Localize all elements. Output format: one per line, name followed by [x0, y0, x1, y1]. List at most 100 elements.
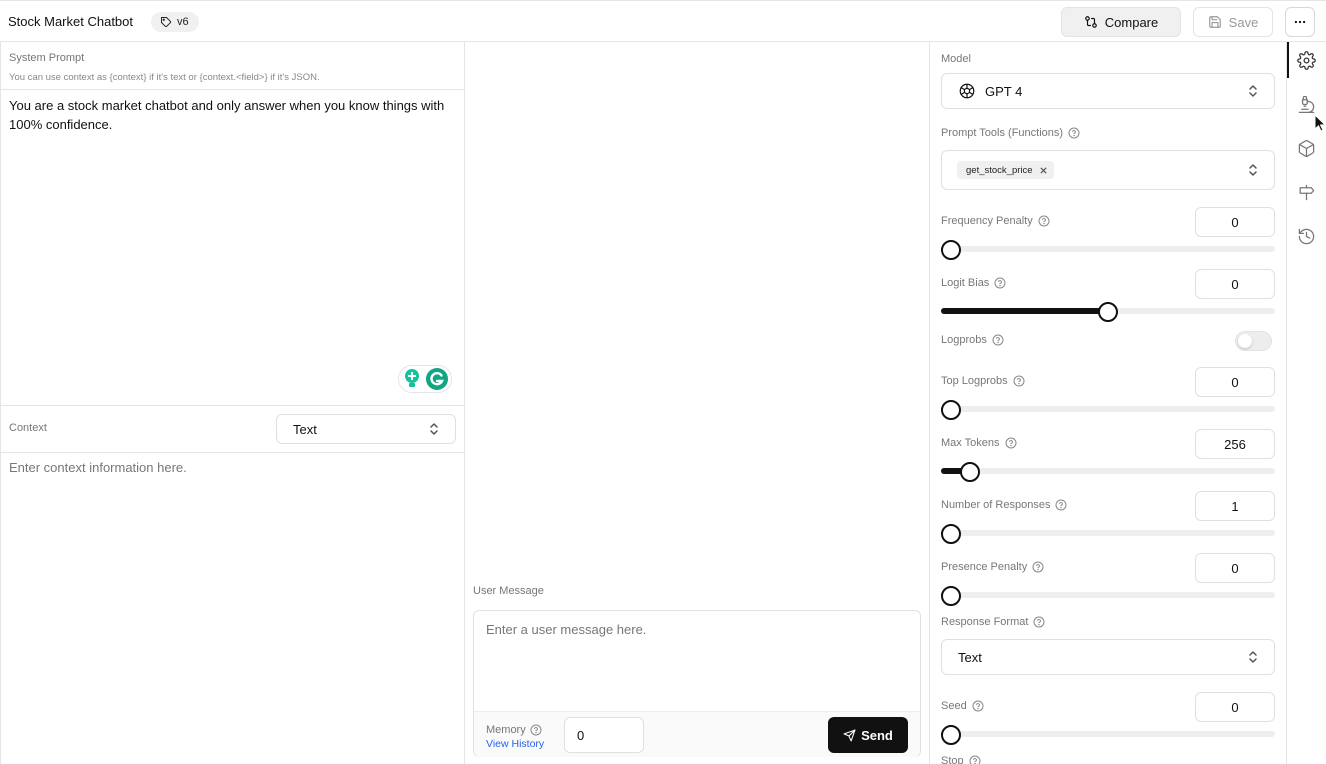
slider-thumb[interactable] [941, 400, 961, 420]
number-of-responses-input[interactable]: 1 [1195, 491, 1275, 521]
help-icon[interactable] [972, 700, 984, 712]
divider [1, 89, 465, 90]
response-format-value: Text [958, 649, 982, 665]
presence-penalty-slider[interactable] [941, 586, 1275, 606]
tool-chip-label: get_stock_price [966, 164, 1033, 176]
max-tokens-label: Max Tokens [941, 437, 1017, 449]
logprobs-toggle[interactable] [1235, 331, 1272, 351]
prompt-panel: System Prompt You can use context as {co… [0, 42, 465, 764]
chevron-up-down-icon [430, 423, 438, 435]
help-icon[interactable] [1068, 127, 1080, 139]
tag-icon [161, 17, 172, 28]
slider-thumb[interactable] [1098, 302, 1118, 322]
help-icon[interactable] [1013, 375, 1025, 387]
compare-label: Compare [1104, 14, 1159, 30]
slider-thumb[interactable] [941, 586, 961, 606]
system-prompt-textarea[interactable]: You are a stock market chatbot and only … [9, 96, 454, 134]
chevron-up-down-icon [1249, 651, 1257, 663]
slider-track [941, 468, 1275, 474]
signpost-icon [1299, 184, 1315, 200]
top-logprobs-slider[interactable] [941, 400, 1275, 420]
response-format-label: Response Format [941, 616, 1045, 628]
tools-select[interactable]: get_stock_price [941, 150, 1275, 190]
settings-panel: Model GPT 4 Prompt Tools (Functions) get… [930, 42, 1287, 764]
divider [1, 452, 465, 453]
close-icon[interactable] [1039, 166, 1048, 175]
openai-icon [959, 83, 975, 99]
logit-bias-slider[interactable] [941, 302, 1275, 322]
seed-input[interactable]: 0 [1195, 692, 1275, 722]
model-label: Model [941, 53, 971, 65]
model-label-text: Model [941, 53, 971, 65]
help-icon[interactable] [1033, 616, 1045, 628]
help-icon[interactable] [994, 277, 1006, 289]
mouse-cursor-icon [1314, 114, 1326, 132]
rail-item-routing[interactable] [1287, 174, 1326, 210]
memory-input[interactable] [564, 717, 644, 753]
version-label: v6 [177, 16, 189, 28]
rail-item-settings[interactable] [1287, 42, 1326, 78]
number-of-responses-slider[interactable] [941, 524, 1275, 544]
help-icon[interactable] [992, 334, 1004, 346]
model-select[interactable]: GPT 4 [941, 73, 1275, 109]
slider-thumb[interactable] [941, 725, 961, 745]
user-message-label: User Message [473, 585, 544, 597]
grammarly-icon [426, 368, 448, 390]
logit-bias-label: Logit Bias [941, 277, 1006, 289]
context-input[interactable]: Enter context information here. [9, 460, 187, 475]
send-button[interactable]: Send [828, 717, 908, 753]
top-bar: Stock Market Chatbot v6 Compare Save [0, 0, 1326, 42]
slider-thumb[interactable] [959, 462, 980, 482]
tools-label: Prompt Tools (Functions) [941, 127, 1080, 139]
top-logprobs-input[interactable]: 0 [1195, 367, 1275, 397]
side-rail [1287, 42, 1326, 764]
tool-chip: get_stock_price [957, 161, 1054, 179]
version-badge[interactable]: v6 [151, 12, 199, 32]
slider-track [941, 731, 1275, 737]
help-icon[interactable] [969, 755, 981, 764]
more-options-button[interactable] [1285, 7, 1315, 37]
slider-track [941, 592, 1275, 598]
logprobs-label: Logprobs [941, 334, 1004, 346]
seed-label-text: Seed [941, 700, 967, 712]
send-icon [843, 729, 856, 741]
active-indicator [1287, 42, 1289, 78]
frequency-penalty-slider[interactable] [941, 240, 1275, 260]
help-icon[interactable] [1032, 561, 1044, 573]
seed-slider[interactable] [941, 725, 1275, 745]
grammarly-widget[interactable] [398, 365, 452, 393]
frequency-penalty-input[interactable]: 0 [1195, 207, 1275, 237]
rail-item-deployments[interactable] [1287, 130, 1326, 166]
view-history-link[interactable]: View History [486, 738, 544, 750]
gear-icon [1297, 50, 1316, 70]
help-icon[interactable] [1055, 499, 1067, 511]
history-icon [1298, 228, 1315, 244]
user-message-input[interactable]: Enter a user message here. [486, 622, 646, 637]
rail-item-history[interactable] [1287, 218, 1326, 254]
max-tokens-input[interactable]: 256 [1195, 429, 1275, 459]
help-icon[interactable] [1038, 215, 1050, 227]
logit-bias-input[interactable]: 0 [1195, 269, 1275, 299]
slider-track [941, 246, 1275, 252]
context-type-select[interactable]: Text [276, 414, 456, 444]
help-icon[interactable] [1005, 437, 1017, 449]
slider-thumb[interactable] [941, 524, 961, 544]
max-tokens-slider[interactable] [941, 462, 1275, 482]
response-format-select[interactable]: Text [941, 639, 1275, 675]
save-label: Save [1228, 14, 1259, 30]
page-title: Stock Market Chatbot [8, 14, 133, 29]
presence-penalty-input[interactable]: 0 [1195, 553, 1275, 583]
slider-fill [941, 308, 1108, 314]
compare-button[interactable]: Compare [1061, 7, 1181, 37]
chevron-up-down-icon [1249, 164, 1257, 176]
help-icon[interactable] [530, 724, 542, 736]
system-prompt-hint: You can use context as {context} if it's… [9, 72, 320, 83]
system-prompt-label: System Prompt [9, 52, 85, 64]
more-icon [1294, 20, 1306, 24]
flask-icon [1298, 95, 1315, 113]
memory-label-text: Memory [486, 724, 526, 736]
save-button[interactable]: Save [1193, 7, 1273, 37]
response-format-label-text: Response Format [941, 616, 1029, 628]
slider-thumb[interactable] [941, 240, 961, 260]
seed-label: Seed [941, 700, 984, 712]
